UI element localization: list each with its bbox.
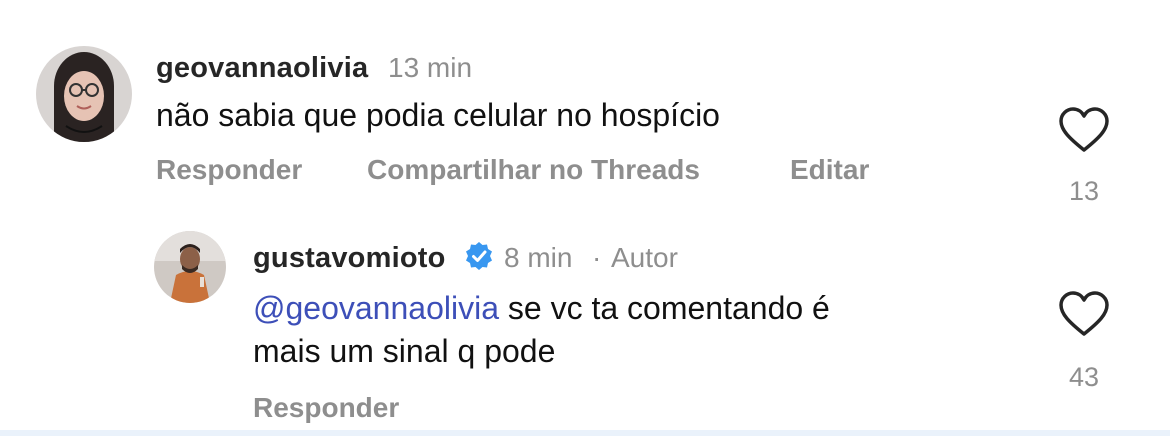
share-threads-button[interactable]: Compartilhar no Threads [367,154,700,186]
heart-outline-icon [1059,291,1109,336]
avatar[interactable] [154,231,226,303]
reply-button[interactable]: Responder [253,392,399,424]
avatar-image [154,231,226,303]
reply-button[interactable]: Responder [156,154,302,186]
comments-panel: geovannaolivia 13 min não sabia que podi… [0,0,1170,436]
heart-outline-icon [1059,107,1109,152]
meta-separator: · [592,242,602,273]
comment-timestamp: 13 min [388,52,473,83]
reply-username[interactable]: gustavomioto [253,242,446,275]
reply-timestamp: 8 min [504,242,573,273]
author-label: Autor [611,242,678,273]
reply-text: @geovannaolivia se vc ta comentando é ma… [253,287,830,373]
bottom-divider [0,430,1170,436]
reply-text-line1: se vc ta comentando é [498,290,830,326]
edit-button[interactable]: Editar [790,154,869,186]
avatar-image [36,46,132,142]
like-count: 13 [1068,176,1100,206]
avatar[interactable] [36,46,132,142]
reply-text-line2: mais um sinal q pode [253,333,556,369]
like-count: 43 [1068,362,1100,392]
verified-badge-icon [464,241,494,271]
mention-link[interactable]: @geovannaolivia [253,290,499,326]
like-button[interactable] [1057,290,1111,338]
comment-text: não sabia que podia celular no hospício [156,97,720,133]
comment-username[interactable]: geovannaolivia [156,52,368,85]
like-button[interactable] [1057,106,1111,154]
